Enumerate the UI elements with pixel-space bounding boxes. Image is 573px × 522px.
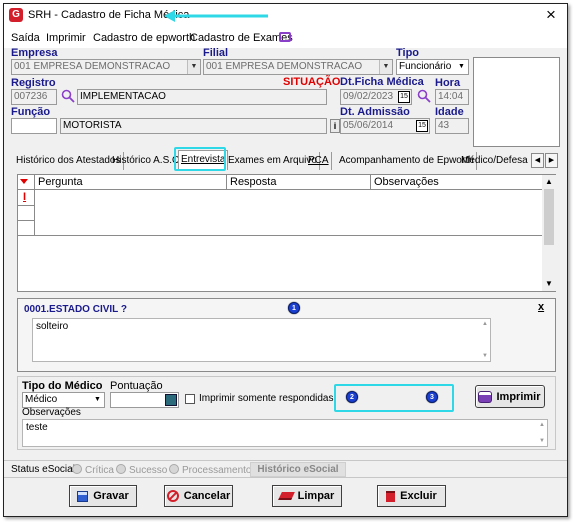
app-window: G SRH - Cadastro de Ficha Médica × Saída… bbox=[3, 3, 568, 517]
menu-bar: Saída Imprimir Cadastro de epworth Cadas… bbox=[4, 28, 567, 48]
question-title: 0001.ESTADO CIVIL ? bbox=[24, 304, 127, 315]
tab-highlight bbox=[174, 147, 226, 171]
chevron-down-icon[interactable]: ▼ bbox=[91, 393, 104, 407]
imprimir-respondidas-label: Imprimir somente respondidas bbox=[199, 393, 334, 404]
filial-select[interactable]: 001 EMPRESA DEMONSTRACAO ▼ bbox=[203, 59, 393, 75]
menu-saida[interactable]: Saída bbox=[11, 32, 40, 44]
observacoes-textarea[interactable]: teste ▲ ▼ bbox=[22, 419, 548, 447]
status-esocial-bar: Status eSocial: Crítica Sucesso Processa… bbox=[4, 460, 567, 478]
close-icon[interactable]: × bbox=[546, 5, 556, 25]
tab-scroll-left-icon[interactable]: ◀ bbox=[531, 153, 544, 168]
tab-scroll-right-icon[interactable]: ▶ bbox=[545, 153, 558, 168]
menu-cadastro-epworth[interactable]: Cadastro de epworth bbox=[93, 32, 195, 44]
imprimir-respondidas-checkbox[interactable] bbox=[185, 394, 195, 404]
chevron-down-icon[interactable]: ▼ bbox=[455, 60, 468, 74]
row-indicator-column: I bbox=[18, 190, 35, 236]
status-esocial-label: Status eSocial: bbox=[11, 464, 78, 475]
printer-icon bbox=[479, 391, 492, 402]
info-icon[interactable]: i bbox=[330, 119, 340, 133]
hora-label: Hora bbox=[435, 77, 461, 89]
column-pergunta[interactable]: Pergunta bbox=[38, 176, 83, 188]
photo-box bbox=[473, 57, 560, 147]
tab-acompanhamento-epworth[interactable]: Acompanhamento de Epworth bbox=[337, 152, 477, 170]
pontuacao-field[interactable] bbox=[110, 392, 179, 408]
arrow-annotation-icon bbox=[164, 10, 268, 22]
badge-2: 2 bbox=[346, 391, 358, 403]
title-bar: G SRH - Cadastro de Ficha Médica × bbox=[4, 4, 567, 28]
trash-icon bbox=[386, 490, 396, 502]
tipo-label: Tipo bbox=[396, 47, 420, 59]
scroll-up-icon[interactable]: ▲ bbox=[545, 177, 553, 186]
question-panel: 0001.ESTADO CIVIL ? 1 x solteiro ▲ ▼ bbox=[17, 298, 556, 372]
cancelar-button[interactable]: Cancelar bbox=[164, 485, 233, 507]
column-observacoes[interactable]: Observações bbox=[374, 176, 439, 188]
dt-ficha-label: Dt.Ficha Médica bbox=[340, 76, 424, 88]
empresa-select[interactable]: 001 EMPRESA DEMONSTRACAO ▼ bbox=[11, 59, 201, 75]
tab-pca[interactable]: PCA bbox=[306, 152, 332, 170]
tipo-medico-label: Tipo do Médico bbox=[22, 380, 103, 392]
pontuacao-label: Pontuação bbox=[110, 380, 163, 392]
dt-admissao-label: Dt. Admissão bbox=[340, 106, 410, 118]
gravar-button[interactable]: Gravar bbox=[69, 485, 137, 507]
app-logo-icon: G bbox=[9, 8, 23, 22]
tipo-medico-select[interactable]: Médico ▼ bbox=[22, 392, 105, 408]
save-icon bbox=[77, 490, 89, 502]
calendar-icon[interactable]: 15 bbox=[398, 91, 410, 103]
limpar-button[interactable]: Limpar bbox=[272, 485, 342, 507]
chevron-down-icon[interactable]: ▼ bbox=[187, 60, 200, 74]
hora-field[interactable]: 14:04 bbox=[435, 89, 469, 105]
registro-field[interactable]: 007236 bbox=[11, 89, 57, 105]
monitor-icon[interactable] bbox=[279, 32, 291, 42]
radio-processamento[interactable]: Processamento bbox=[169, 464, 251, 476]
registro-label: Registro bbox=[11, 77, 56, 89]
answer-textarea[interactable]: solteiro ▲ ▼ bbox=[32, 318, 491, 362]
idade-label: Idade bbox=[435, 106, 464, 118]
column-resposta[interactable]: Resposta bbox=[230, 176, 276, 188]
close-question-icon[interactable]: x bbox=[538, 301, 544, 313]
menu-imprimir[interactable]: Imprimir bbox=[46, 32, 86, 44]
employee-name-field[interactable]: IMPLEMENTACAO bbox=[77, 89, 327, 105]
historico-esocial-button[interactable]: Histórico eSocial bbox=[250, 462, 346, 477]
row-marker: I bbox=[23, 191, 27, 203]
filial-label: Filial bbox=[203, 47, 229, 59]
idade-field[interactable]: 43 bbox=[435, 118, 469, 134]
bottom-panel: Tipo do Médico Médico ▼ Pontuação Imprim… bbox=[17, 376, 556, 450]
dt-ficha-field[interactable]: 09/02/2023 15 bbox=[340, 89, 412, 105]
tipo-select[interactable]: Funcionário ▼ bbox=[396, 59, 469, 75]
dt-admissao-field[interactable]: 05/06/2014 15 bbox=[340, 118, 430, 134]
table-row[interactable] bbox=[35, 190, 542, 236]
sort-indicator-icon bbox=[20, 179, 28, 184]
menu-cadastro-exames[interactable]: Cadastro de Exames bbox=[190, 32, 293, 44]
situacao-label: SITUAÇÃO bbox=[283, 76, 341, 88]
grid-header: Pergunta Resposta Observações bbox=[18, 175, 542, 190]
funcao-label: Função bbox=[11, 106, 51, 118]
observacoes-label: Observações bbox=[22, 407, 81, 418]
radio-sucesso[interactable]: Sucesso bbox=[116, 464, 167, 476]
tab-strip: Histórico dos Atestados Histórico A.S.O.… bbox=[14, 150, 559, 170]
questions-grid[interactable]: Pergunta Resposta Observações I ▲ ▼ bbox=[17, 174, 556, 292]
excluir-button[interactable]: Excluir bbox=[377, 485, 446, 507]
imprimir-button[interactable]: Imprimir bbox=[475, 385, 545, 408]
calculator-icon[interactable] bbox=[165, 394, 177, 406]
funcao-name-field[interactable]: MOTORISTA bbox=[60, 118, 327, 134]
radio-critica[interactable]: Crítica bbox=[72, 464, 114, 476]
search-icon[interactable] bbox=[61, 89, 75, 103]
chevron-down-icon[interactable]: ▼ bbox=[379, 60, 392, 74]
calendar-icon[interactable]: 15 bbox=[416, 120, 428, 132]
badge-1: 1 bbox=[288, 302, 300, 314]
tab-historico-atestados[interactable]: Histórico dos Atestados bbox=[14, 152, 124, 170]
search-icon[interactable] bbox=[417, 89, 431, 103]
grid-scrollbar[interactable]: ▲ ▼ bbox=[542, 175, 556, 291]
cancel-icon bbox=[166, 490, 179, 502]
eraser-icon bbox=[277, 492, 295, 500]
funcao-code-field[interactable] bbox=[11, 118, 57, 134]
empresa-label: Empresa bbox=[11, 47, 58, 59]
badge-3: 3 bbox=[426, 391, 438, 403]
scroll-down-icon[interactable]: ▼ bbox=[545, 279, 553, 288]
tab-medico-defesa[interactable]: Médico/Defesa bbox=[459, 152, 531, 170]
